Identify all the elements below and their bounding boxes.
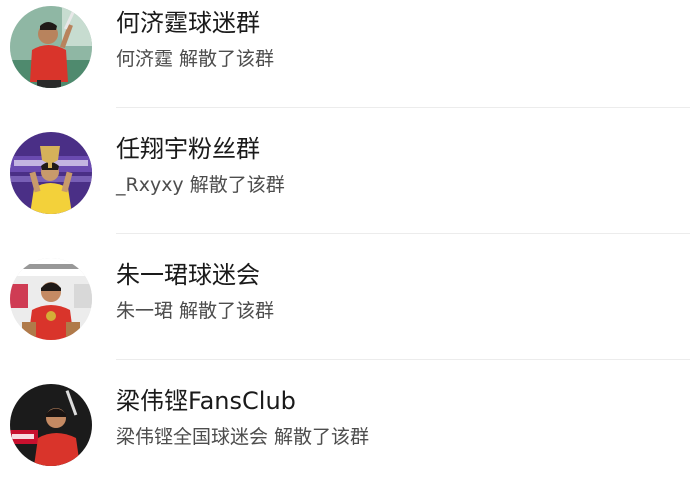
- trophy-photo-avatar-icon: [10, 132, 92, 214]
- group-list: 何济霆球迷群 何济霆 解散了该群 任翔宇粉丝群 _Rxyxy 解散了该群 朱一珺…: [0, 0, 690, 466]
- player-photo-avatar-icon: [10, 258, 92, 340]
- group-status: 梁伟铿全国球迷会 解散了该群: [116, 426, 370, 448]
- list-item[interactable]: 何济霆球迷群 何济霆 解散了该群: [0, 0, 690, 108]
- player-photo-avatar-icon: [10, 384, 92, 466]
- group-status: _Rxyxy 解散了该群: [116, 174, 285, 196]
- group-status: 朱一珺 解散了该群: [116, 300, 275, 322]
- group-name: 朱一珺球迷会: [116, 261, 260, 289]
- list-item[interactable]: 朱一珺球迷会 朱一珺 解散了该群: [0, 234, 690, 360]
- group-name: 何济霆球迷群: [116, 9, 260, 37]
- player-photo-avatar-icon: [10, 6, 92, 88]
- group-avatar[interactable]: [10, 258, 92, 340]
- group-avatar[interactable]: [10, 6, 92, 88]
- list-item[interactable]: 梁伟铿FansClub 梁伟铿全国球迷会 解散了该群: [0, 360, 690, 486]
- group-avatar[interactable]: [10, 132, 92, 214]
- group-name: 梁伟铿FansClub: [116, 387, 296, 415]
- group-avatar[interactable]: [10, 384, 92, 466]
- list-item[interactable]: 任翔宇粉丝群 _Rxyxy 解散了该群: [0, 108, 690, 234]
- group-status: 何济霆 解散了该群: [116, 48, 275, 70]
- group-name: 任翔宇粉丝群: [116, 135, 260, 163]
